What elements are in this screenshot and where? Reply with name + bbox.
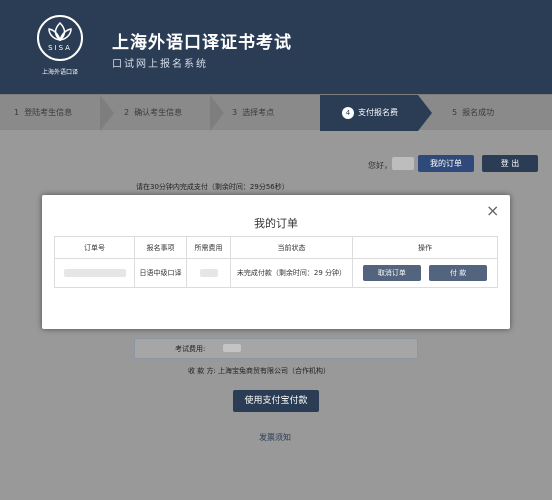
fee-cell xyxy=(186,258,231,288)
close-icon[interactable]: × xyxy=(486,201,499,220)
logout-button[interactable]: 登 出 xyxy=(482,155,538,172)
page-subtitle: 口试网上报名系统 xyxy=(112,59,208,70)
item-cell: 日语中级口译 xyxy=(134,258,187,288)
modal-title: 我的订单 xyxy=(254,217,298,230)
order-id-redacted xyxy=(63,269,126,277)
step-label: 选择考点 xyxy=(242,108,275,117)
column-header: 所需费用 xyxy=(186,236,231,259)
step-label: 登陆考生信息 xyxy=(24,108,73,117)
fee-redacted xyxy=(199,269,218,277)
step-1: 1 登陆考生信息 xyxy=(0,95,114,131)
status-cell: 未完成付款（剩余时间：29 分钟） xyxy=(230,258,353,288)
alipay-pay-button[interactable]: 使用支付宝付款 xyxy=(233,390,319,412)
orders-table: 订单号 报名事项 所需费用 当前状态 操作 日语中级口译 未完成付款（剩余时间：… xyxy=(54,236,498,288)
step-3: 3 选择考点 xyxy=(214,95,320,131)
username-redacted xyxy=(392,157,414,170)
lotus-icon xyxy=(48,21,72,41)
cancel-order-button[interactable]: 取消订单 xyxy=(362,265,421,281)
payment-time-hint: 请在30分钟内完成支付（剩余时间：29分56秒） xyxy=(136,183,289,191)
logo-letters: SISA xyxy=(48,44,72,52)
column-header: 订单号 xyxy=(54,236,135,259)
step-label: 确认考生信息 xyxy=(134,108,183,117)
exam-fee-label: 考试费用: xyxy=(175,345,206,353)
step-number: 5 xyxy=(452,108,458,117)
column-header: 当前状态 xyxy=(230,236,353,259)
step-label: 报名成功 xyxy=(462,108,495,117)
invoice-notice-link[interactable]: 发票须知 xyxy=(259,432,291,443)
step-5: 5 报名成功 xyxy=(418,95,552,131)
order-id-cell xyxy=(54,258,135,288)
step-number: 4 xyxy=(342,107,354,119)
actions-cell: 取消订单 付 款 xyxy=(352,258,498,288)
column-header: 操作 xyxy=(352,236,498,259)
orders-modal: 我的订单 × 订单号 报名事项 所需费用 当前状态 操作 日语中级口译 未完成付… xyxy=(42,195,510,329)
greeting: 您好， xyxy=(368,161,392,170)
table-header-row: 订单号 报名事项 所需费用 当前状态 操作 xyxy=(54,236,498,259)
step-number: 1 xyxy=(14,108,20,117)
progress-steps: 1 登陆考生信息 2 确认考生信息 3 选择考点 4 支付报名费 5 报名成功 xyxy=(0,94,552,131)
logo-caption: 上海外语口译 xyxy=(41,69,78,76)
step-2: 2 确认考生信息 xyxy=(110,95,224,131)
step-number: 3 xyxy=(232,108,238,117)
step-label: 支付报名费 xyxy=(358,108,398,117)
step-4-active: 4 支付报名费 xyxy=(320,95,432,131)
exam-fee-redacted xyxy=(223,344,241,352)
table-row: 日语中级口译 未完成付款（剩余时间：29 分钟） 取消订单 付 款 xyxy=(54,258,498,288)
site-header: SISA 上海外语口译 上海外语口译证书考试 口试网上报名系统 xyxy=(0,0,552,94)
column-header: 报名事项 xyxy=(134,236,187,259)
page-title: 上海外语口译证书考试 xyxy=(112,33,292,53)
my-orders-button[interactable]: 我的订单 xyxy=(418,155,474,172)
pay-button[interactable]: 付 款 xyxy=(429,265,488,281)
payee-info: 收 款 方: 上海宝兔商贸有限公司（合作机构） xyxy=(188,367,331,375)
step-number: 2 xyxy=(124,108,130,117)
logo-emblem: SISA xyxy=(37,15,83,61)
exam-fee-bar: 考试费用: xyxy=(134,338,418,359)
sisa-logo: SISA 上海外语口译 xyxy=(32,15,86,79)
